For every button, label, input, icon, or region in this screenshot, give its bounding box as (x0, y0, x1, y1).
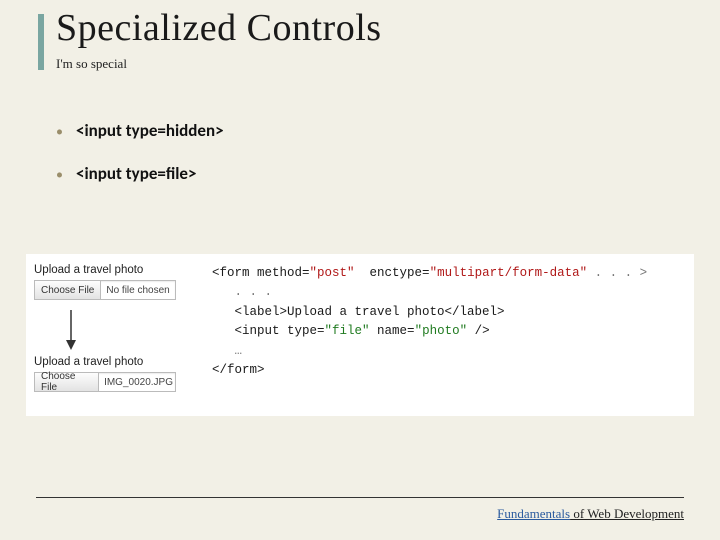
code-text: "photo" (415, 324, 468, 338)
file-status-text: No file chosen (101, 285, 174, 296)
code-text: . . . > (587, 266, 647, 280)
file-input[interactable]: Choose File No file chosen (34, 280, 176, 300)
code-text: <label>Upload a travel photo</label> (212, 305, 505, 319)
code-text: </form> (212, 363, 265, 377)
code-text: enctype= (355, 266, 430, 280)
code-text: "post" (310, 266, 355, 280)
footer-divider (36, 497, 684, 498)
bullet-dot-icon: • (56, 168, 76, 182)
footer-link: Fundamentals (497, 506, 570, 521)
footer-rest: of Web Development (570, 506, 684, 521)
bullet-text: <input type=hidden> (76, 120, 224, 141)
bullet-list: • <input type=hidden> • <input type=file… (56, 120, 224, 206)
choose-file-button[interactable]: Choose File (35, 373, 99, 391)
code-text: name= (370, 324, 415, 338)
file-upload-after: Upload a travel photo Choose File IMG_00… (34, 356, 176, 392)
bullet-dot-icon: • (56, 125, 76, 139)
code-text: /> (467, 324, 490, 338)
code-snippet: <form method="post" enctype="multipart/f… (212, 264, 686, 398)
file-upload-before: Upload a travel photo Choose File No fil… (34, 264, 176, 300)
code-text: . . . (212, 285, 272, 299)
slide: Specialized Controls I'm so special • <i… (0, 0, 720, 540)
file-status-text: IMG_0020.JPG (99, 377, 175, 388)
slide-title: Specialized Controls (56, 6, 382, 50)
code-text: "file" (325, 324, 370, 338)
code-text: "multipart/form-data" (430, 266, 588, 280)
code-text: <form method= (212, 266, 310, 280)
code-text: … (212, 344, 242, 358)
upload-label: Upload a travel photo (34, 264, 176, 276)
bullet-text: <input type=file> (76, 163, 196, 184)
bullet-item: • <input type=file> (56, 163, 224, 184)
choose-file-button[interactable]: Choose File (35, 281, 101, 299)
bullet-item: • <input type=hidden> (56, 120, 224, 141)
upload-label: Upload a travel photo (34, 356, 176, 368)
footer-text: Fundamentals of Web Development (497, 506, 684, 522)
slide-subtitle: I'm so special (56, 56, 127, 72)
arrow-down-icon (64, 310, 78, 350)
accent-bar (38, 14, 44, 70)
example-panel: Upload a travel photo Choose File No fil… (26, 254, 694, 416)
ui-preview-column: Upload a travel photo Choose File No fil… (34, 264, 184, 398)
code-text: <input type= (212, 324, 325, 338)
file-input[interactable]: Choose File IMG_0020.JPG (34, 372, 176, 392)
